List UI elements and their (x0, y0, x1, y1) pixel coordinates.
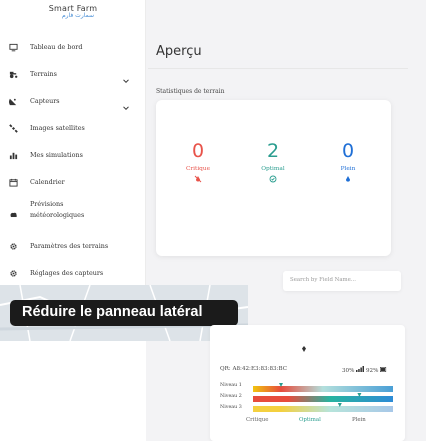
sidebar-item-label: Mes simulations (30, 151, 83, 159)
water-drop-icon (344, 175, 352, 183)
sidebar-item-dashboard[interactable]: Tableau de bord (0, 36, 146, 58)
sensor-status: 30% 92% (342, 366, 387, 374)
gear-icon (8, 241, 18, 251)
stat-value: 2 (266, 140, 280, 162)
sidebar-item-label: Tableau de bord (30, 43, 83, 51)
sidebar-item-previsions[interactable]: Prévisions météorologiques (0, 200, 146, 225)
app-logo[interactable]: Smart Farm سمارت فارم (0, 4, 146, 30)
no-water-icon (194, 175, 202, 183)
logo-subtitle: سمارت فارم (61, 12, 95, 19)
stats-section-label: Statistiques de terrain (156, 88, 225, 95)
calendar-icon (8, 177, 18, 187)
level-label: Niveau 3 (220, 405, 242, 410)
battery-icon (380, 367, 387, 373)
sidebar-item-parametres-terrains[interactable]: Paramètres des terrains (0, 235, 146, 257)
search-field[interactable]: Search by Field Name... (283, 271, 401, 291)
stats-card: 0 Critique 2 Optimal 0 Plein (156, 100, 391, 256)
stat-value: 0 (191, 140, 205, 162)
page-title: Aperçu (156, 44, 202, 59)
satellite-dish-icon (8, 96, 18, 106)
tractor-icon (8, 69, 18, 79)
legend-plein: Plein (352, 417, 366, 423)
stat-label: Optimal (261, 166, 285, 172)
stat-plein[interactable]: 0 Plein (318, 140, 378, 183)
header-divider (148, 68, 408, 69)
sensor-pin-icon (302, 346, 306, 352)
level-label: Niveau 1 (220, 383, 242, 388)
sidebar-item-reglages-capteurs[interactable]: Réglages des capteurs (0, 262, 146, 284)
satellite-icon (8, 123, 18, 133)
sidebar-item-label: Terrains (30, 70, 57, 78)
sidebar-item-calendrier[interactable]: Calendrier (0, 171, 146, 193)
check-circle-icon (269, 175, 277, 183)
level-label: Niveau 2 (220, 394, 242, 399)
monitor-icon (8, 42, 18, 52)
sidebar-item-capteurs[interactable]: Capteurs (0, 90, 146, 112)
sidebar-footer (0, 341, 146, 441)
collapse-sidebar-tooltip: Réduire le panneau latéral (10, 300, 238, 326)
cloud-icon (8, 209, 18, 219)
sidebar-item-simulations[interactable]: Mes simulations (0, 144, 146, 166)
chevron-down-icon[interactable] (122, 70, 130, 84)
stat-label: Critique (185, 166, 211, 172)
stat-critique[interactable]: 0 Critique (168, 140, 228, 183)
sidebar-item-label: Calendrier (30, 178, 65, 186)
battery-value: 92% (366, 368, 379, 374)
sidebar-item-images-satellites[interactable]: Images satellites (0, 117, 146, 139)
level-3-bar (253, 406, 393, 412)
chevron-down-icon[interactable] (122, 97, 130, 111)
sidebar-item-label: Réglages des capteurs (30, 269, 104, 277)
sidebar-item-label: Capteurs (30, 97, 60, 105)
sensor-qr: QR: A8:42:E3:83:83:BC (220, 366, 287, 372)
stat-optimal[interactable]: 2 Optimal (243, 140, 303, 183)
legend-optimal: Optimal (299, 417, 321, 423)
sidebar-item-label: Paramètres des terrains (30, 242, 109, 250)
chart-bar-icon (8, 150, 18, 160)
gear-icon (8, 268, 18, 278)
sidebar-item-terrains[interactable]: Terrains (0, 63, 146, 85)
signal-icon (356, 366, 365, 372)
sidebar-item-label: Prévisions météorologiques (30, 200, 85, 219)
level-markers (279, 383, 362, 407)
legend-critique: Critique (246, 417, 269, 423)
stat-value: 0 (341, 140, 355, 162)
level-1-bar (253, 386, 393, 392)
signal-value: 30% (342, 368, 355, 374)
tooltip-text: Réduire le panneau latéral (22, 304, 203, 320)
search-placeholder: Search by Field Name... (290, 277, 357, 283)
sidebar-item-label: Images satellites (30, 124, 85, 132)
stat-label: Plein (340, 166, 356, 172)
level-2-bar (253, 396, 393, 402)
